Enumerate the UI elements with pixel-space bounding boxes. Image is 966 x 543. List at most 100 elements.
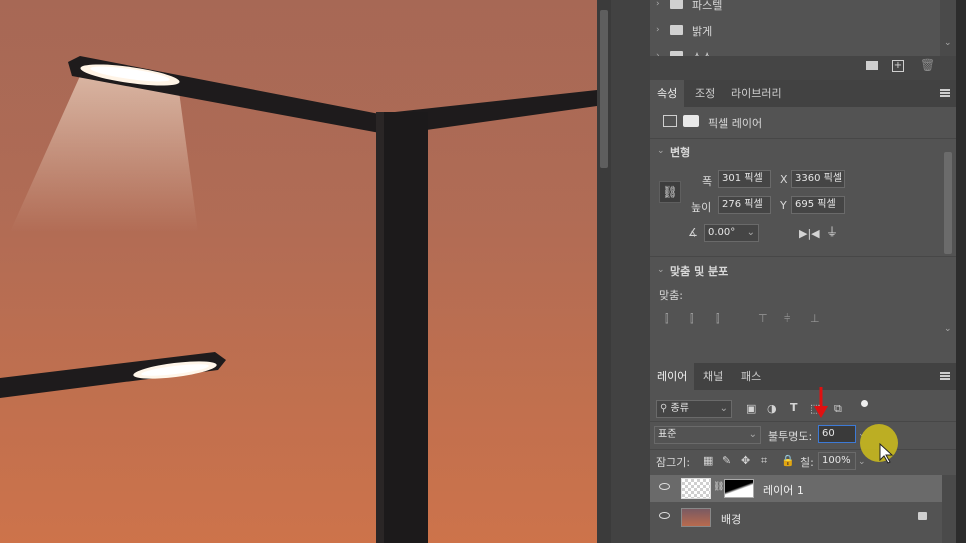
canvas-vertical-scrollbar[interactable] [597, 0, 611, 543]
flip-horizontal-icon[interactable]: ▶|◀ [799, 228, 820, 240]
pixel-layer-icon [663, 115, 677, 127]
scroll-down-icon[interactable]: ⌄ [944, 38, 952, 48]
height-label: 높이 [691, 201, 712, 214]
chevron-down-icon[interactable]: ⌄ [858, 429, 866, 439]
styles-panel: › 파스텔 › 밝게 › 소스 ⌄ + 🗑 [650, 0, 956, 80]
divider [650, 421, 956, 422]
layer-name[interactable]: 레이어 1 [763, 482, 804, 498]
width-field[interactable]: 301 픽셀 [718, 170, 771, 188]
align-label: 맞춤: [659, 289, 683, 302]
filter-toggle-icon[interactable] [861, 400, 868, 407]
panel-gutter [611, 0, 650, 543]
blend-mode-value: 표준 [658, 429, 677, 440]
tab-channels[interactable]: 채널 [696, 363, 730, 390]
layer-row[interactable]: 배경 [650, 504, 942, 531]
align-right-icon[interactable]: ⫿ [716, 313, 720, 325]
lock-label: 잠그기: [656, 456, 691, 469]
layer-filter-dropdown[interactable]: ⚲ 종류 ⌄ [656, 400, 732, 418]
chevron-down-icon[interactable]: ⌄ [858, 457, 866, 467]
new-style-icon[interactable]: + [892, 60, 904, 72]
tab-paths[interactable]: 패스 [734, 363, 768, 390]
lock-transparent-icon[interactable]: ▦ [703, 455, 713, 467]
opacity-field[interactable]: 60 [818, 425, 856, 443]
lock-all-icon[interactable]: 🔒 [781, 455, 795, 467]
chevron-down-icon[interactable]: ⌄ [657, 146, 665, 156]
divider [650, 138, 956, 139]
lock-brush-icon[interactable]: ✎ [722, 455, 731, 467]
divider [650, 256, 956, 257]
chevron-down-icon[interactable]: ⌄ [657, 265, 665, 275]
width-label: 폭 [702, 175, 713, 188]
filter-adjustment-icon[interactable]: ◑ [767, 403, 777, 415]
panel-menu-icon[interactable] [940, 372, 950, 380]
x-field[interactable]: 3360 픽셀 [791, 170, 845, 188]
align-center-h-icon[interactable]: ⫿ [690, 313, 694, 325]
layer-thumbnail-transparent [681, 478, 711, 499]
folder-icon [670, 25, 683, 35]
layer-name[interactable]: 배경 [721, 511, 741, 527]
tab-libraries[interactable]: 라이브러리 [724, 80, 789, 107]
filter-value: 종류 [670, 403, 689, 414]
layer-row[interactable]: ⛓ 레이어 1 [650, 475, 942, 502]
height-field[interactable]: 276 픽셀 [718, 196, 771, 214]
tab-adjustments[interactable]: 조정 [688, 80, 722, 107]
layers-panel: 레이어 채널 패스 ⚲ 종류 ⌄ ▣ ◑ T ⬚ ⧉ 표준 ⌄ 불투명도: 60… [650, 363, 956, 543]
folder-icon [670, 51, 683, 56]
lock-icon [918, 512, 927, 520]
document-canvas[interactable] [0, 0, 597, 543]
tab-properties[interactable]: 속성 [650, 80, 685, 107]
filter-pixel-icon[interactable]: ▣ [746, 403, 756, 415]
trash-icon[interactable]: 🗑 [920, 59, 935, 71]
lock-artboard-icon[interactable]: ⌗ [761, 455, 767, 467]
chevron-right-icon[interactable]: › [656, 0, 660, 9]
folder-label: 소스 [692, 49, 712, 56]
blend-mode-dropdown[interactable]: 표준 ⌄ [654, 426, 761, 444]
lock-position-icon[interactable]: ✥ [741, 455, 750, 467]
layers-tabs: 레이어 채널 패스 [650, 363, 956, 390]
y-label: Y [780, 199, 787, 212]
scrollbar-thumb[interactable] [600, 10, 608, 168]
scrollbar-thumb[interactable] [944, 152, 952, 254]
chevron-down-icon: ⌄ [719, 403, 728, 414]
layer-mask-thumbnail[interactable] [724, 479, 754, 498]
styles-list: › 파스텔 › 밝게 › 소스 [650, 0, 940, 56]
y-field[interactable]: 695 픽셀 [791, 196, 845, 214]
align-left-icon[interactable]: ⫿ [665, 313, 669, 325]
scroll-down-icon[interactable]: ⌄ [944, 324, 952, 334]
chevron-down-icon[interactable]: ⌄ [747, 225, 755, 241]
styles-scrollbar[interactable]: ⌄ [940, 0, 956, 56]
properties-panel: 속성 조정 라이브러리 픽셀 레이어 ⌄ 변형 ⛓ 폭 301 픽셀 X 336… [650, 80, 956, 363]
filter-shape-icon[interactable]: ⬚ [810, 403, 820, 415]
angle-field[interactable]: 0.00° ⌄ [704, 224, 759, 242]
fill-field[interactable]: 100% [818, 452, 856, 470]
transform-section-title: 변형 [670, 146, 691, 159]
link-icon[interactable]: ⛓ [659, 181, 681, 203]
folder-icon [670, 0, 683, 9]
align-section-title: 맞춤 및 분포 [670, 265, 729, 278]
chevron-right-icon[interactable]: › [656, 25, 660, 35]
search-icon: ⚲ [660, 403, 668, 414]
layer-type-label: 픽셀 레이어 [708, 117, 763, 130]
chevron-down-icon: ⌄ [748, 429, 757, 440]
chevron-right-icon[interactable]: › [656, 51, 660, 56]
folder-label: 파스텔 [692, 0, 723, 12]
tab-layers[interactable]: 레이어 [650, 363, 695, 390]
flip-vertical-icon[interactable]: ⏚ [826, 226, 838, 238]
filter-smart-object-icon[interactable]: ⧉ [834, 403, 842, 415]
x-label: X [780, 173, 788, 186]
eye-icon[interactable] [659, 483, 670, 490]
align-middle-v-icon[interactable]: ⫩ [784, 313, 790, 325]
properties-scrollbar[interactable]: ⌄ [942, 140, 954, 340]
angle-value: 0.00° [708, 227, 736, 238]
right-dock-edge [956, 0, 966, 543]
panel-menu-icon[interactable] [940, 89, 950, 97]
align-top-icon[interactable]: ⊤ [758, 313, 768, 325]
link-icon[interactable]: ⛓ [713, 482, 724, 492]
align-bottom-icon[interactable]: ⊥ [810, 313, 820, 325]
mask-icon [683, 115, 699, 127]
opacity-label: 불투명도: [768, 430, 813, 443]
new-folder-icon[interactable] [866, 61, 878, 70]
filter-type-icon[interactable]: T [790, 402, 798, 414]
eye-icon[interactable] [659, 512, 670, 519]
layers-scrollbar[interactable] [942, 475, 956, 543]
